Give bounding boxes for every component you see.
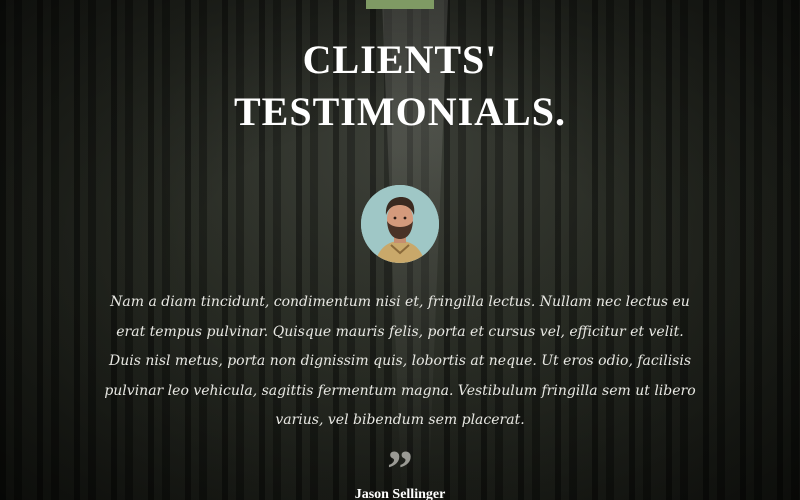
testimonials-section: CLIENTS' TESTIMONIALS. Nam a diam tincid… [0, 0, 800, 500]
client-avatar [361, 185, 439, 263]
testimonial-text: Nam a diam tincidunt, condimentum nisi e… [104, 294, 696, 428]
section-title-line2: TESTIMONIALS. [234, 89, 566, 134]
client-name: Jason Sellinger [354, 487, 446, 500]
quote-icon: ” [387, 441, 413, 498]
section-title: CLIENTS' TESTIMONIALS. [0, 34, 800, 138]
section-title-line1: CLIENTS' [302, 37, 498, 82]
accent-bar [366, 0, 434, 9]
client-portrait-icon [361, 185, 439, 263]
